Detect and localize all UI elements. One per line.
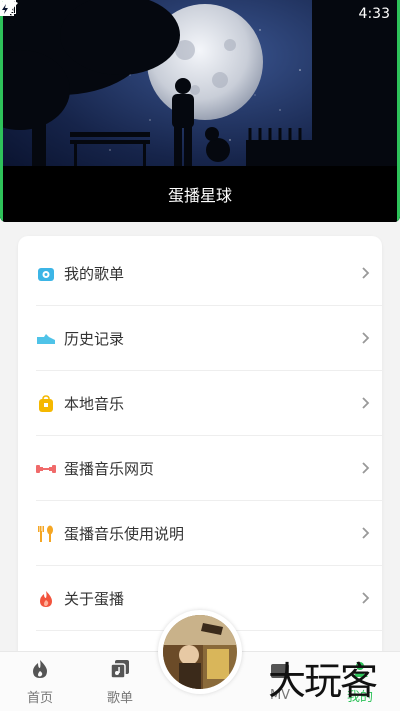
nav-item-playlist[interactable]: 歌单 — [80, 652, 160, 711]
app-screen: 4:33 蛋播星球 我的歌单 历史记录 本地音乐 蛋播音乐网页 蛋播音乐使用说明… — [0, 0, 400, 711]
menu-item-web-page[interactable]: 蛋播音乐网页 — [36, 436, 382, 501]
album-cover-art — [163, 615, 237, 689]
chevron-right-icon — [361, 460, 370, 479]
flame-outline-icon — [31, 659, 49, 683]
local-bag-icon — [36, 394, 56, 414]
app-frame: 4:33 蛋播星球 我的歌单 历史记录 本地音乐 蛋播音乐网页 蛋播音乐使用说明… — [0, 0, 400, 711]
nav-label: 歌单 — [106, 690, 133, 706]
menu-label: 关于蛋播 — [64, 590, 125, 608]
status-bar: 4:33 — [0, 0, 400, 28]
chevron-right-icon — [361, 395, 370, 414]
now-playing-disc[interactable] — [163, 615, 237, 689]
fork-spoon-icon — [36, 524, 56, 544]
music-album-icon — [110, 659, 130, 683]
menu-label: 蛋播音乐网页 — [64, 460, 155, 478]
menu-label: 蛋播音乐使用说明 — [64, 525, 185, 543]
menu-label: 我的歌单 — [64, 265, 125, 283]
chevron-right-icon — [361, 525, 370, 544]
chevron-right-icon — [361, 330, 370, 349]
history-shoe-icon — [36, 329, 56, 349]
flame-icon — [36, 589, 56, 609]
menu-item-user-guide[interactable]: 蛋播音乐使用说明 — [36, 501, 382, 566]
menu-label: 历史记录 — [64, 330, 125, 348]
profile-header: 4:33 蛋播星球 — [0, 0, 400, 222]
menu-item-my-playlist[interactable]: 我的歌单 — [36, 241, 382, 306]
nav-label: 首页 — [26, 690, 53, 706]
menu-item-history[interactable]: 历史记录 — [36, 306, 382, 371]
watermark-logo: 大玩客 — [268, 659, 378, 703]
menu-item-local-music[interactable]: 本地音乐 — [36, 371, 382, 436]
menu-label: 本地音乐 — [64, 395, 125, 413]
playlist-icon — [36, 264, 56, 284]
nav-item-home[interactable]: 首页 — [0, 652, 80, 711]
status-time: 4:33 — [358, 6, 390, 22]
profile-title: 蛋播星球 — [167, 186, 232, 205]
chevron-right-icon — [361, 590, 370, 609]
chevron-right-icon — [361, 265, 370, 284]
dumbbell-icon — [36, 459, 56, 479]
